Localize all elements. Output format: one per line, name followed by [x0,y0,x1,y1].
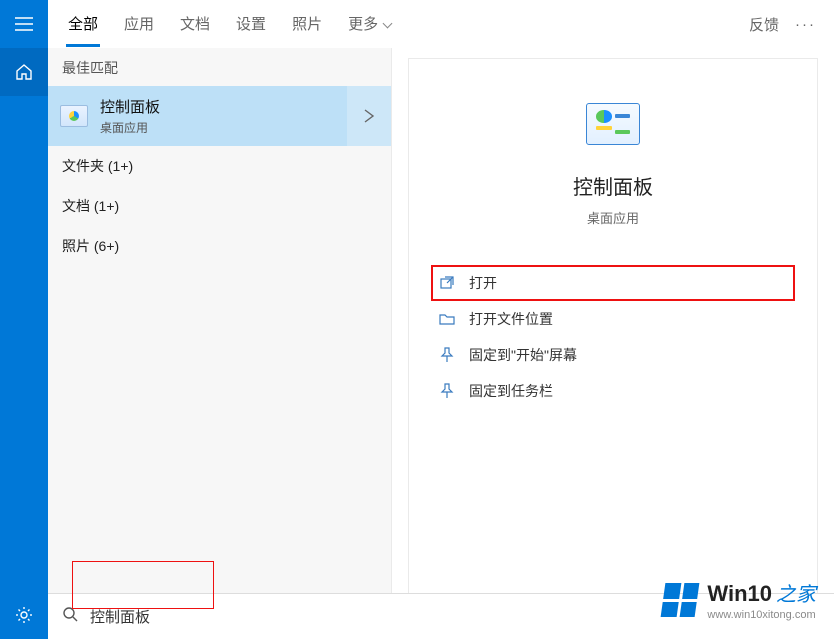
action-pin-taskbar-label: 固定到任务栏 [469,381,553,401]
detail-subtitle: 桌面应用 [587,208,639,227]
action-pin-taskbar[interactable]: 固定到任务栏 [431,373,795,409]
action-open-label: 打开 [469,273,497,293]
detail-card: 控制面板 桌面应用 打开 打开文件 [408,58,818,598]
result-subtitle: 桌面应用 [100,119,160,136]
action-pin-start[interactable]: 固定到"开始"屏幕 [431,337,795,373]
open-icon [439,275,455,291]
best-match-label: 最佳匹配 [48,48,391,86]
tab-more-label: 更多 [348,13,378,34]
action-pin-start-label: 固定到"开始"屏幕 [469,345,577,365]
windows-logo-icon [661,583,700,617]
search-icon [62,606,78,627]
pin-icon [439,383,455,399]
expand-arrow-icon[interactable] [347,86,391,146]
hamburger-icon[interactable] [0,0,48,48]
watermark-url: www.win10xitong.com [707,609,816,621]
more-options-icon[interactable]: ··· [795,16,816,33]
detail-title: 控制面板 [573,171,653,200]
detail-column: 控制面板 桌面应用 打开 打开文件 [392,48,834,639]
category-folders[interactable]: 文件夹 (1+) [48,146,391,186]
results-column: 最佳匹配 控制面板 桌面应用 文件夹 (1+) 文档 (1+) 照片 [48,48,392,639]
action-open-location[interactable]: 打开文件位置 [431,301,795,337]
chevron-down-icon [382,19,392,29]
feedback-link[interactable]: 反馈 [749,14,779,35]
watermark: Win10之家 www.win10xitong.com [663,578,816,621]
pin-icon [439,347,455,363]
best-match-result: 控制面板 桌面应用 [48,86,391,146]
watermark-brand: Win10之家 [707,578,816,607]
tab-more[interactable]: 更多 [346,1,394,47]
tab-settings[interactable]: 设置 [234,1,268,47]
control-panel-icon [60,105,88,127]
action-open[interactable]: 打开 [431,265,795,301]
home-icon[interactable] [0,48,48,96]
category-docs[interactable]: 文档 (1+) [48,186,391,226]
category-photos[interactable]: 照片 (6+) [48,226,391,266]
tab-photos[interactable]: 照片 [290,1,324,47]
result-title: 控制面板 [100,96,160,117]
tab-docs[interactable]: 文档 [178,1,212,47]
tab-all[interactable]: 全部 [66,1,100,47]
result-control-panel[interactable]: 控制面板 桌面应用 [48,86,347,146]
action-open-location-label: 打开文件位置 [469,309,553,329]
gear-icon[interactable] [0,591,48,639]
filter-tabs: 全部 应用 文档 设置 照片 更多 反馈 ··· [48,0,834,48]
control-panel-large-icon [586,103,640,145]
tab-apps[interactable]: 应用 [122,1,156,47]
folder-icon [439,311,455,327]
left-rail [0,0,48,639]
